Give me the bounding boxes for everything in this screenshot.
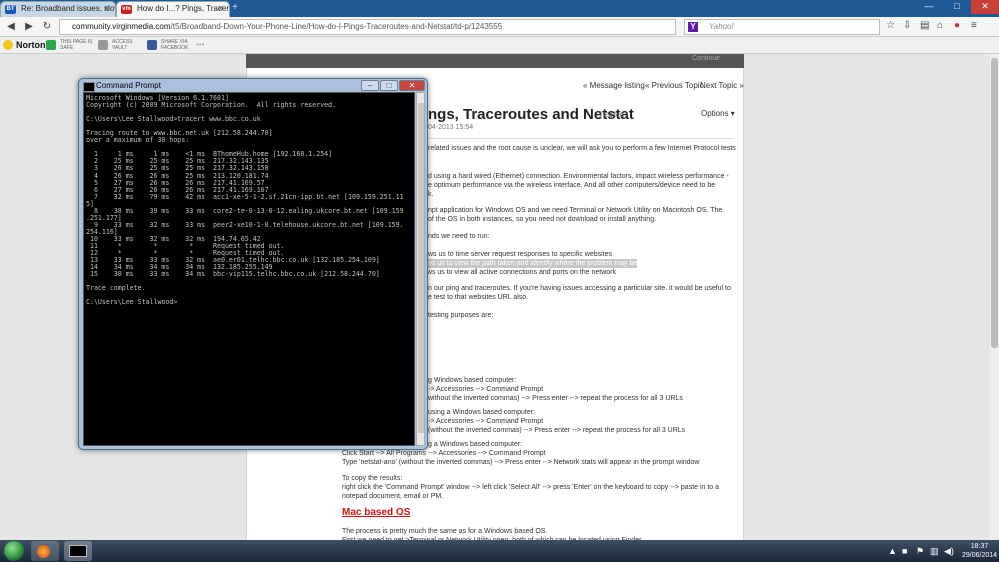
message-listing-link[interactable]: « Message listing: [583, 81, 645, 90]
post-line: d using a hard wired (Ethernet) connecti…: [428, 173, 729, 180]
bt-favicon-icon: BT: [5, 5, 16, 14]
post-line: Type 'netstat-ano' (without the inverted…: [342, 459, 700, 466]
post-line: e optimum performance via the wireless i…: [428, 182, 716, 189]
norton-facebook-item[interactable]: SHARE VIA FACEBOOK: [147, 39, 189, 51]
facebook-icon: [147, 40, 157, 50]
norton-toolbar: Norton THIS PAGE IS SAFE ACCESS VAULT SH…: [0, 37, 999, 54]
post-line: using a Windows based computer:: [428, 409, 535, 416]
post-line: e test to that websites URL also.: [428, 294, 529, 301]
post-line: related issues and the root cause is unc…: [428, 145, 736, 152]
virgin-media-favicon-icon: vm: [121, 5, 132, 14]
clock-time: 18:37: [970, 543, 989, 550]
close-tab-icon[interactable]: ✕: [103, 2, 110, 16]
close-window-button[interactable]: ✕: [971, 0, 999, 14]
browser-tab-strip: BT Re: Broadband issues, slow... ✕ vm Ho…: [0, 0, 999, 17]
yahoo-logo-icon: Y: [688, 22, 698, 32]
post-line: -> Accessories --> Command Prompt: [428, 386, 544, 393]
continue-button[interactable]: Continue: [692, 55, 720, 62]
command-prompt-window[interactable]: Command Prompt – □ ✕ Microsoft Windows […: [78, 78, 428, 450]
post-date: 04-2013 15:54: [428, 124, 474, 131]
mac-os-heading: Mac based OS: [342, 507, 411, 518]
home-icon[interactable]: ⌂: [937, 20, 943, 31]
norton-logo[interactable]: Norton: [3, 39, 46, 52]
post-line: allows us to view the path taken and ide…: [416, 259, 638, 268]
norton-item-line: SAFE: [60, 45, 74, 51]
post-line: right click the 'Command Prompt' window …: [342, 484, 720, 491]
clock[interactable]: 18:37 29/06/2014: [962, 542, 997, 560]
post-line: without the inverted commas) --> Press e…: [428, 395, 683, 402]
close-tab-icon[interactable]: ✕: [217, 2, 224, 16]
tray-app-icon[interactable]: ■: [902, 546, 907, 556]
post-line: testing purposes are:: [428, 312, 494, 319]
console-scrollbar[interactable]: [416, 92, 425, 446]
post-line: The process is pretty much the same as f…: [342, 528, 548, 535]
cmd-maximize-button[interactable]: □: [380, 80, 398, 91]
bookmark-star-icon[interactable]: ☆: [886, 20, 895, 31]
tab-pings-traceroutes[interactable]: vm How do I...? Pings, Tracero... ✕: [116, 1, 230, 17]
post-line: g Windows based computer:: [428, 377, 517, 384]
back-arrow-icon[interactable]: ◀: [4, 20, 18, 34]
header-band: [246, 54, 744, 68]
tab-broadband-issues[interactable]: BT Re: Broadband issues, slow... ✕: [0, 1, 116, 17]
cmd-taskbar-icon[interactable]: [64, 541, 92, 561]
cmd-close-button[interactable]: ✕: [399, 80, 425, 91]
volume-icon[interactable]: ◀): [944, 546, 954, 557]
post-line: allows us to view all active connections…: [416, 269, 616, 276]
taskbar: [0, 540, 999, 562]
norton-vault-item[interactable]: ACCESS VAULT: [98, 39, 133, 51]
next-topic-link[interactable]: Next Topic »: [700, 81, 744, 90]
reload-icon[interactable]: ↻: [40, 20, 54, 34]
download-icon[interactable]: ⇩: [903, 20, 911, 31]
post-line: To copy the results:: [342, 475, 403, 482]
search-placeholder: Yahoo!: [709, 22, 734, 31]
console-scrollbar-thumb[interactable]: [418, 103, 424, 433]
previous-topic-link[interactable]: « Previous Topic: [645, 81, 704, 90]
forward-arrow-icon[interactable]: ▶: [22, 20, 36, 34]
flag-icon[interactable]: ⚑: [916, 546, 924, 557]
url-path: /t5/Broadband-Down-Your-Phone-Line/How-d…: [170, 22, 503, 31]
post-line: npt application for Windows OS and we ne…: [428, 207, 723, 214]
url-bar[interactable]: community.virginmedia.com/t5/Broadband-D…: [59, 19, 676, 35]
address-toolbar: ◀ ▶ ↻ community.virginmedia.com/t5/Broad…: [0, 17, 999, 37]
post-line: Click Start --> All Programs --> Accesso…: [342, 450, 546, 457]
clock-date: 29/06/2014: [962, 552, 998, 559]
norton-item-line: VAULT: [112, 45, 128, 51]
more-icon[interactable]: •••: [196, 40, 204, 49]
checkmark-icon: [46, 40, 56, 50]
tray-arrow-icon[interactable]: ▲: [888, 546, 897, 556]
console-text: Microsoft Windows [Version 6.1.7601] Cop…: [86, 94, 404, 307]
start-button[interactable]: [4, 541, 24, 561]
minimize-button[interactable]: —: [915, 0, 943, 14]
post-line: -> Accessories --> Command Prompt: [428, 418, 544, 425]
post-line: g a Windows based computer:: [428, 441, 523, 448]
new-tab-button[interactable]: +: [232, 3, 238, 13]
norton-item-line: FACEBOOK: [161, 45, 189, 51]
post-line: notepad document, email or PM.: [342, 493, 444, 500]
network-icon[interactable]: ▥: [930, 546, 939, 557]
firefox-taskbar-icon[interactable]: [31, 541, 59, 561]
options-menu[interactable]: Options ▾: [701, 109, 735, 118]
post-line: nds we need to run:: [428, 233, 490, 240]
post-line: ws us to time server request responses t…: [428, 251, 613, 258]
library-icon[interactable]: ▤: [920, 20, 929, 31]
menu-icon[interactable]: ≡: [971, 20, 977, 31]
cmd-title: Command Prompt: [83, 81, 161, 92]
profile-icon[interactable]: ●: [954, 20, 960, 31]
edited-label: [ Edited ]: [600, 112, 628, 119]
post-line: n our ping and traceroutes. If you're ha…: [428, 285, 731, 292]
norton-safe-item[interactable]: THIS PAGE IS SAFE: [46, 39, 92, 51]
vault-icon: [98, 40, 108, 50]
cmd-minimize-button[interactable]: –: [361, 80, 379, 91]
console-output[interactable]: Microsoft Windows [Version 6.1.7601] Cop…: [83, 92, 415, 446]
tab-label: How do I...? Pings, Tracero...: [137, 4, 230, 13]
post-line: k.: [428, 191, 434, 198]
post-line: (without the inverted commas) --> Press …: [428, 427, 686, 434]
post-line: of the OS in both instances, so you need…: [428, 216, 657, 223]
page-scrollbar-thumb[interactable]: [991, 58, 998, 348]
search-box[interactable]: Y Yahoo!: [684, 19, 880, 35]
tab-label: Re: Broadband issues, slow...: [21, 4, 116, 13]
maximize-button[interactable]: □: [943, 0, 971, 14]
url-host: community.virginmedia.com: [72, 22, 171, 31]
